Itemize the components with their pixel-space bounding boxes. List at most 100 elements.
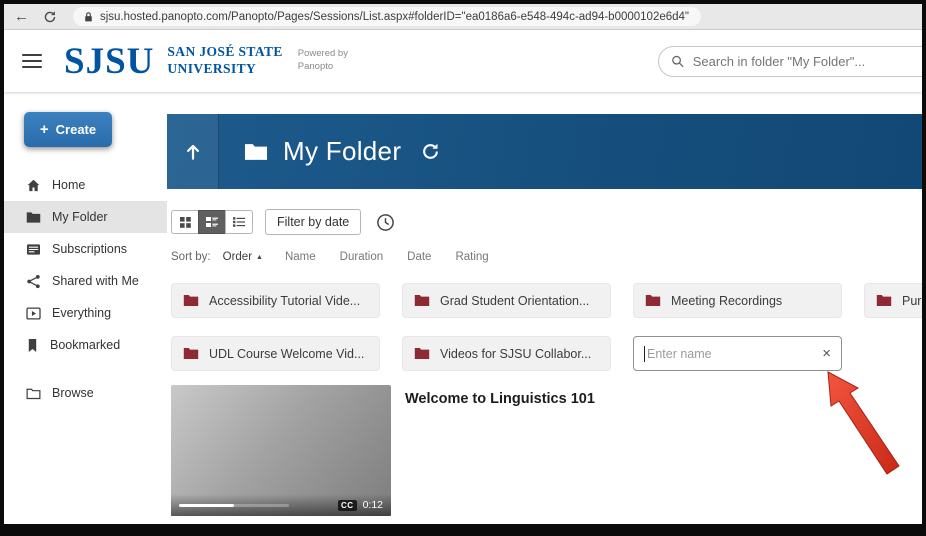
sidebar-item-label: Everything (52, 306, 111, 320)
everything-icon (26, 307, 41, 320)
sidebar-item-browse[interactable]: Browse (4, 377, 167, 409)
search-icon (671, 54, 685, 69)
maroon-folder-icon (183, 347, 199, 360)
folder-content: Filter by date Sort by: Order ▲ (167, 209, 922, 516)
up-to-parent-button[interactable] (167, 114, 219, 189)
sidebar-item-everything[interactable]: Everything (4, 297, 167, 329)
home-icon (26, 178, 41, 193)
sort-option-order[interactable]: Order ▲ (223, 251, 263, 263)
video-progress-fill (179, 504, 234, 507)
sidebar-nav: Home My Folder Subscriptions (4, 169, 167, 409)
sjsu-logo[interactable]: SJSU (64, 43, 154, 80)
sidebar-item-my-folder[interactable]: My Folder (4, 201, 167, 233)
folder-card[interactable]: Meeting Recordings (633, 283, 842, 318)
list-view-button[interactable] (225, 210, 253, 234)
maroon-folder-icon (414, 294, 430, 307)
folder-cards-row-1: Accessibility Tutorial Vide... Grad Stud… (171, 283, 922, 318)
sidebar-item-subscriptions[interactable]: Subscriptions (4, 233, 167, 265)
bookmark-icon (26, 338, 39, 353)
site-info-lock-icon[interactable] (83, 11, 94, 23)
thumbnail-list-view-icon (205, 216, 219, 228)
url-text: sjsu.hosted.panopto.com/Panopto/Pages/Se… (100, 11, 689, 23)
sidebar: + Create Home My Folder (4, 92, 167, 524)
video-title[interactable]: Welcome to Linguistics 101 (405, 391, 595, 407)
sidebar-item-label: Browse (52, 386, 94, 400)
powered-by-line1: Powered by (298, 48, 348, 61)
thumbnail-overlay: CC 0:12 (171, 494, 391, 516)
sidebar-item-label: Shared with Me (52, 274, 139, 288)
sort-option-rating[interactable]: Rating (455, 251, 488, 263)
closed-captions-badge: CC (338, 500, 357, 511)
folder-search-box[interactable] (658, 46, 922, 77)
university-wordmark: SAN JOSÉ STATE UNIVERSITY (167, 44, 282, 78)
maroon-folder-icon (645, 294, 661, 307)
sidebar-item-shared-with-me[interactable]: Shared with Me (4, 265, 167, 297)
folder-card-label: Purp (902, 294, 922, 308)
maroon-folder-icon (183, 294, 199, 307)
arrow-up-icon (183, 142, 203, 162)
thumbnail-list-view-button[interactable] (198, 210, 226, 234)
main-panel: My Folder (167, 92, 922, 524)
grid-view-icon (179, 216, 192, 229)
sort-option-label: Order (223, 251, 252, 263)
subscriptions-icon (26, 243, 41, 256)
new-folder-name-field[interactable]: × (633, 336, 842, 371)
folder-title: My Folder (283, 136, 401, 167)
folder-card[interactable]: Grad Student Orientation... (402, 283, 611, 318)
browser-back-icon[interactable]: ← (14, 9, 29, 24)
sidebar-item-bookmarked[interactable]: Bookmarked (4, 329, 167, 361)
screenshot-frame: ← sjsu.hosted.panopto.com/Panopto/Pages/… (0, 0, 926, 536)
app-body: + Create Home My Folder (4, 92, 922, 524)
powered-by-panopto: Powered by Panopto (298, 48, 348, 74)
clear-input-icon[interactable]: × (816, 346, 831, 361)
folder-card-label: UDL Course Welcome Vid... (209, 347, 364, 361)
text-caret (644, 346, 645, 362)
video-thumbnail[interactable]: CC 0:12 (171, 385, 391, 516)
url-bar[interactable]: sjsu.hosted.panopto.com/Panopto/Pages/Se… (73, 7, 701, 26)
hamburger-menu-icon[interactable] (22, 54, 42, 68)
sort-option-date[interactable]: Date (407, 251, 431, 263)
video-row: CC 0:12 Welcome to Linguistics 101 (171, 385, 922, 516)
search-input[interactable] (693, 54, 922, 69)
sidebar-item-label: Subscriptions (52, 242, 127, 256)
folder-card-label: Accessibility Tutorial Vide... (209, 294, 360, 308)
plus-icon: + (40, 122, 49, 137)
refresh-folder-icon[interactable] (421, 142, 440, 161)
sidebar-item-home[interactable]: Home (4, 169, 167, 201)
app-header: SJSU SAN JOSÉ STATE UNIVERSITY Powered b… (4, 30, 922, 92)
folder-icon (26, 211, 41, 224)
powered-by-line2: Panopto (298, 61, 348, 74)
video-duration: 0:12 (363, 499, 383, 511)
browser-refresh-icon[interactable] (43, 10, 57, 24)
filter-by-date-button[interactable]: Filter by date (265, 209, 361, 235)
folder-card-label: Videos for SJSU Collabor... (440, 347, 591, 361)
grid-view-button[interactable] (171, 210, 199, 234)
create-button-label: Create (56, 122, 96, 137)
browser-toolbar: ← sjsu.hosted.panopto.com/Panopto/Pages/… (4, 4, 922, 30)
university-line2: UNIVERSITY (167, 61, 282, 78)
folder-card[interactable]: Videos for SJSU Collabor... (402, 336, 611, 371)
sidebar-item-label: Home (52, 178, 85, 192)
sort-ascending-icon: ▲ (256, 254, 263, 261)
folder-header-content: My Folder (219, 114, 440, 189)
share-icon (26, 274, 41, 289)
clock-icon (376, 213, 395, 232)
folder-cards-row-2: UDL Course Welcome Vid... Videos for SJS… (171, 336, 922, 371)
university-line1: SAN JOSÉ STATE (167, 44, 282, 61)
folder-card[interactable]: Purp (864, 283, 922, 318)
sidebar-item-label: Bookmarked (50, 338, 120, 352)
view-toolbar: Filter by date (171, 209, 922, 235)
folder-card[interactable]: Accessibility Tutorial Vide... (171, 283, 380, 318)
scheduled-recordings-button[interactable] (373, 210, 397, 234)
folder-card-label: Meeting Recordings (671, 294, 782, 308)
folder-card-label: Grad Student Orientation... (440, 294, 589, 308)
browser-window: ← sjsu.hosted.panopto.com/Panopto/Pages/… (4, 4, 922, 524)
sidebar-item-label: My Folder (52, 210, 108, 224)
create-button[interactable]: + Create (24, 112, 112, 147)
folder-header-band: My Folder (167, 114, 922, 189)
new-folder-name-input[interactable] (647, 347, 816, 361)
folder-card[interactable]: UDL Course Welcome Vid... (171, 336, 380, 371)
sort-by-label: Sort by: (171, 251, 211, 263)
sort-option-duration[interactable]: Duration (340, 251, 383, 263)
sort-option-name[interactable]: Name (285, 251, 316, 263)
